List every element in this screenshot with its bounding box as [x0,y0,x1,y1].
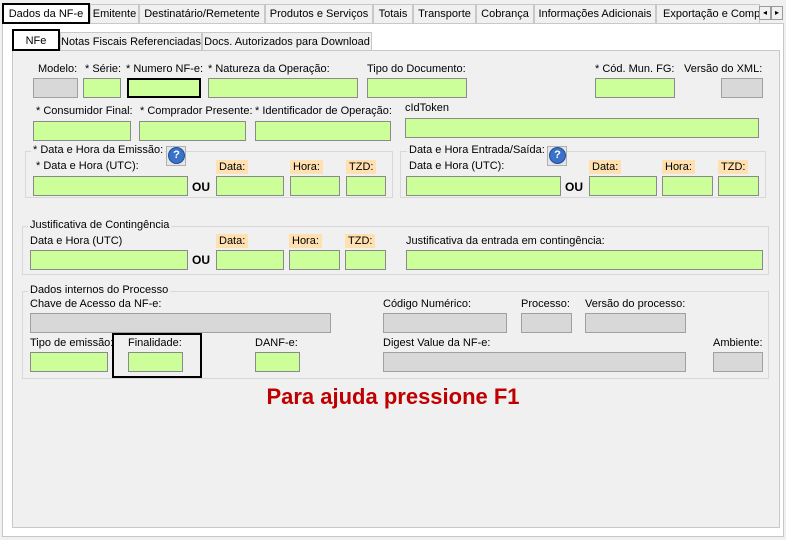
emissao-data-field[interactable] [216,176,284,196]
contingencia-hora-label: Hora: [289,234,322,248]
numero-field[interactable] [127,78,201,98]
contingencia-title: Justificativa de Contingência [28,219,172,231]
emissao-tzd-label: TZD: [346,160,377,174]
processo-label: Processo: [521,298,570,310]
entrada-data-label: Data: [589,160,622,174]
emissao-ou-label: OU [192,180,210,194]
contingencia-tzd-field[interactable] [345,250,386,270]
emissao-title: * Data e Hora da Emissão: [31,144,166,156]
tab-scroll-right-button[interactable]: ▸ [771,6,783,20]
chave-field[interactable] [30,313,331,333]
contingencia-utc-field[interactable] [30,250,188,270]
codigo-numerico-field[interactable] [383,313,507,333]
cid-token-label: cIdToken [405,102,450,114]
danfe-field[interactable] [255,352,300,372]
serie-field[interactable] [83,78,121,98]
consumidor-field[interactable] [33,121,131,141]
versao-xml-field[interactable] [721,78,763,98]
codigo-numerico-label: Código Numérico: [383,298,472,310]
entrada-ou-label: OU [565,180,583,194]
contingencia-utc-label: Data e Hora (UTC) [30,235,123,247]
entrada-utc-label: Data e Hora (UTC): [409,160,505,172]
modelo-field[interactable] [33,78,78,98]
cod-mun-label: * Cód. Mun. FG: [595,63,675,75]
tab-emitente[interactable]: Emitente [90,4,139,23]
justificativa-field[interactable] [406,250,763,270]
consumidor-label: * Consumidor Final: [36,105,133,117]
emissao-data-label: Data: [216,160,249,174]
versao-processo-label: Versão do processo: [585,298,686,310]
subtab-docs-autorizados[interactable]: Docs. Autorizados para Download [202,32,372,50]
entrada-tzd-label: TZD: [718,160,749,174]
emissao-hora-label: Hora: [290,160,323,174]
arrow-right-icon: ▸ [774,8,779,17]
danfe-label: DANF-e: [255,337,298,349]
cod-mun-field[interactable] [595,78,675,98]
finalidade-label: Finalidade: [128,337,182,349]
natureza-label: * Natureza da Operação: [208,63,330,75]
help-icon: ? [549,147,566,164]
contingencia-data-label: Data: [216,234,249,248]
tipo-doc-field[interactable] [367,78,467,98]
modelo-label: Modelo: [38,63,78,75]
identificador-field[interactable] [255,121,391,141]
tab-produtos[interactable]: Produtos e Serviços [265,4,373,23]
versao-processo-field[interactable] [585,313,686,333]
digest-label: Digest Value da NF-e: [383,337,491,349]
comprador-label: * Comprador Presente: [140,105,253,117]
chave-label: Chave de Acesso da NF-e: [30,298,162,310]
tab-dados-nfe[interactable]: Dados da NF-e [2,3,90,24]
tipo-emissao-field[interactable] [30,352,108,372]
contingencia-hora-field[interactable] [289,250,340,270]
tab-scroll-left-button[interactable]: ◂ [759,6,771,20]
tab-transporte[interactable]: Transporte [413,4,476,23]
entrada-hora-field[interactable] [662,176,713,196]
ambiente-label: Ambiente: [713,337,763,349]
emissao-utc-field[interactable] [33,176,188,196]
tab-destinatario[interactable]: Destinatário/Remetente [139,4,265,23]
subtab-notas-referenciadas[interactable]: Notas Fiscais Referenciadas [60,32,202,50]
processo-field[interactable] [521,313,572,333]
tab-cobranca[interactable]: Cobrança [476,4,534,23]
entrada-utc-field[interactable] [406,176,561,196]
serie-label: * Série: [85,63,122,75]
help-hint-text: Para ajuda pressione F1 [266,384,520,409]
help-icon: ? [168,147,185,164]
contingencia-tzd-label: TZD: [345,234,376,248]
natureza-field[interactable] [208,78,358,98]
contingencia-data-field[interactable] [216,250,284,270]
tipo-emissao-label: Tipo de emissão: [30,337,114,349]
tab-totais[interactable]: Totais [373,4,413,23]
entrada-data-field[interactable] [589,176,657,196]
emissao-hora-field[interactable] [290,176,340,196]
contingencia-ou-label: OU [192,253,210,267]
numero-label: * Numero NF-e: [126,63,204,75]
subtab-nfe[interactable]: NFe [12,29,60,51]
entrada-title: Data e Hora Entrada/Saída: [407,144,547,156]
emissao-utc-label: * Data e Hora (UTC): [36,160,139,172]
cid-token-field[interactable] [405,118,759,138]
main-tab-bar: Dados da NF-e Emitente Destinatário/Reme… [0,3,786,24]
processo-title: Dados internos do Processo [28,284,171,296]
digest-field[interactable] [383,352,686,372]
entrada-tzd-field[interactable] [718,176,759,196]
identificador-label: * Identificador de Operação: [255,105,392,117]
emissao-tzd-field[interactable] [346,176,386,196]
entrada-hora-label: Hora: [662,160,695,174]
justificativa-label: Justificativa da entrada em contingência… [406,235,605,247]
tab-exportacao[interactable]: Exportação e Compra [656,4,760,23]
tipo-doc-label: Tipo do Documento: [367,63,466,75]
versao-xml-label: Versão do XML: [684,63,763,75]
arrow-left-icon: ◂ [762,8,767,17]
finalidade-field[interactable] [128,352,183,372]
ambiente-field[interactable] [713,352,763,372]
comprador-field[interactable] [139,121,246,141]
tab-informacoes[interactable]: Informações Adicionais [534,4,656,23]
